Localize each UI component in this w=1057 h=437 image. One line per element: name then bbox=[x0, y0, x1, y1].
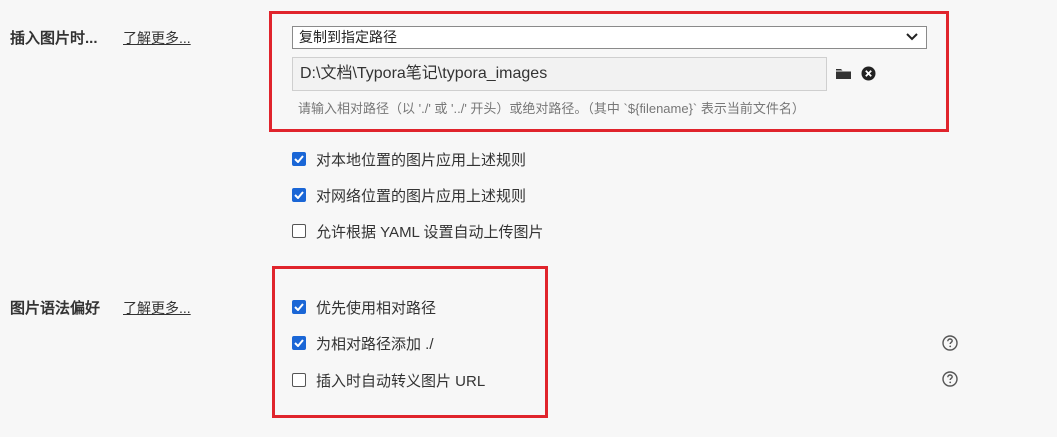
option-label: 为相对路径添加 ./ bbox=[316, 335, 434, 353]
check-icon bbox=[294, 155, 304, 163]
option-add-dot-slash[interactable]: 为相对路径添加 ./ bbox=[292, 333, 434, 353]
check-icon bbox=[294, 303, 304, 311]
help-icon[interactable] bbox=[942, 335, 958, 351]
checkbox[interactable] bbox=[292, 224, 306, 238]
path-hint-text: 请输入相对路径（以 './' 或 '../' 开头）或绝对路径。（其中 `${f… bbox=[298, 101, 805, 116]
option-label: 优先使用相对路径 bbox=[316, 299, 437, 317]
image-syntax-title: 图片语法偏好 bbox=[10, 300, 101, 317]
option-label: 插入时自动转义图片 URL bbox=[316, 372, 486, 390]
option-apply-network[interactable]: 对网络位置的图片应用上述规则 bbox=[292, 185, 526, 205]
checkbox[interactable] bbox=[292, 188, 306, 202]
chevron-down-icon bbox=[906, 33, 918, 41]
option-yaml-upload[interactable]: 允许根据 YAML 设置自动上传图片 bbox=[292, 221, 544, 241]
check-icon bbox=[294, 339, 304, 347]
checkbox[interactable] bbox=[292, 373, 306, 387]
help-icon[interactable] bbox=[942, 371, 958, 387]
checkbox[interactable] bbox=[292, 300, 306, 314]
clear-icon[interactable] bbox=[861, 66, 876, 81]
image-syntax-learn-more-link[interactable]: 了解更多... bbox=[123, 298, 191, 318]
image-path-input[interactable]: D:\文档\Typora笔记\typora_images bbox=[292, 57, 827, 91]
option-label: 对本地位置的图片应用上述规则 bbox=[316, 151, 527, 169]
option-escape-url[interactable]: 插入时自动转义图片 URL bbox=[292, 370, 485, 390]
folder-icon[interactable] bbox=[835, 66, 852, 81]
checkbox[interactable] bbox=[292, 336, 306, 350]
insert-image-title: 插入图片时... bbox=[10, 30, 98, 47]
option-apply-local[interactable]: 对本地位置的图片应用上述规则 bbox=[292, 149, 526, 169]
checkbox[interactable] bbox=[292, 152, 306, 166]
check-icon bbox=[294, 191, 304, 199]
select-value: 复制到指定路径 bbox=[299, 29, 397, 45]
option-prefer-relative[interactable]: 优先使用相对路径 bbox=[292, 297, 436, 317]
insert-image-learn-more-link[interactable]: 了解更多... bbox=[123, 28, 191, 48]
option-label: 对网络位置的图片应用上述规则 bbox=[316, 187, 527, 205]
insert-image-action-select[interactable]: 复制到指定路径 bbox=[292, 26, 927, 49]
option-label: 允许根据 YAML 设置自动上传图片 bbox=[316, 223, 544, 241]
